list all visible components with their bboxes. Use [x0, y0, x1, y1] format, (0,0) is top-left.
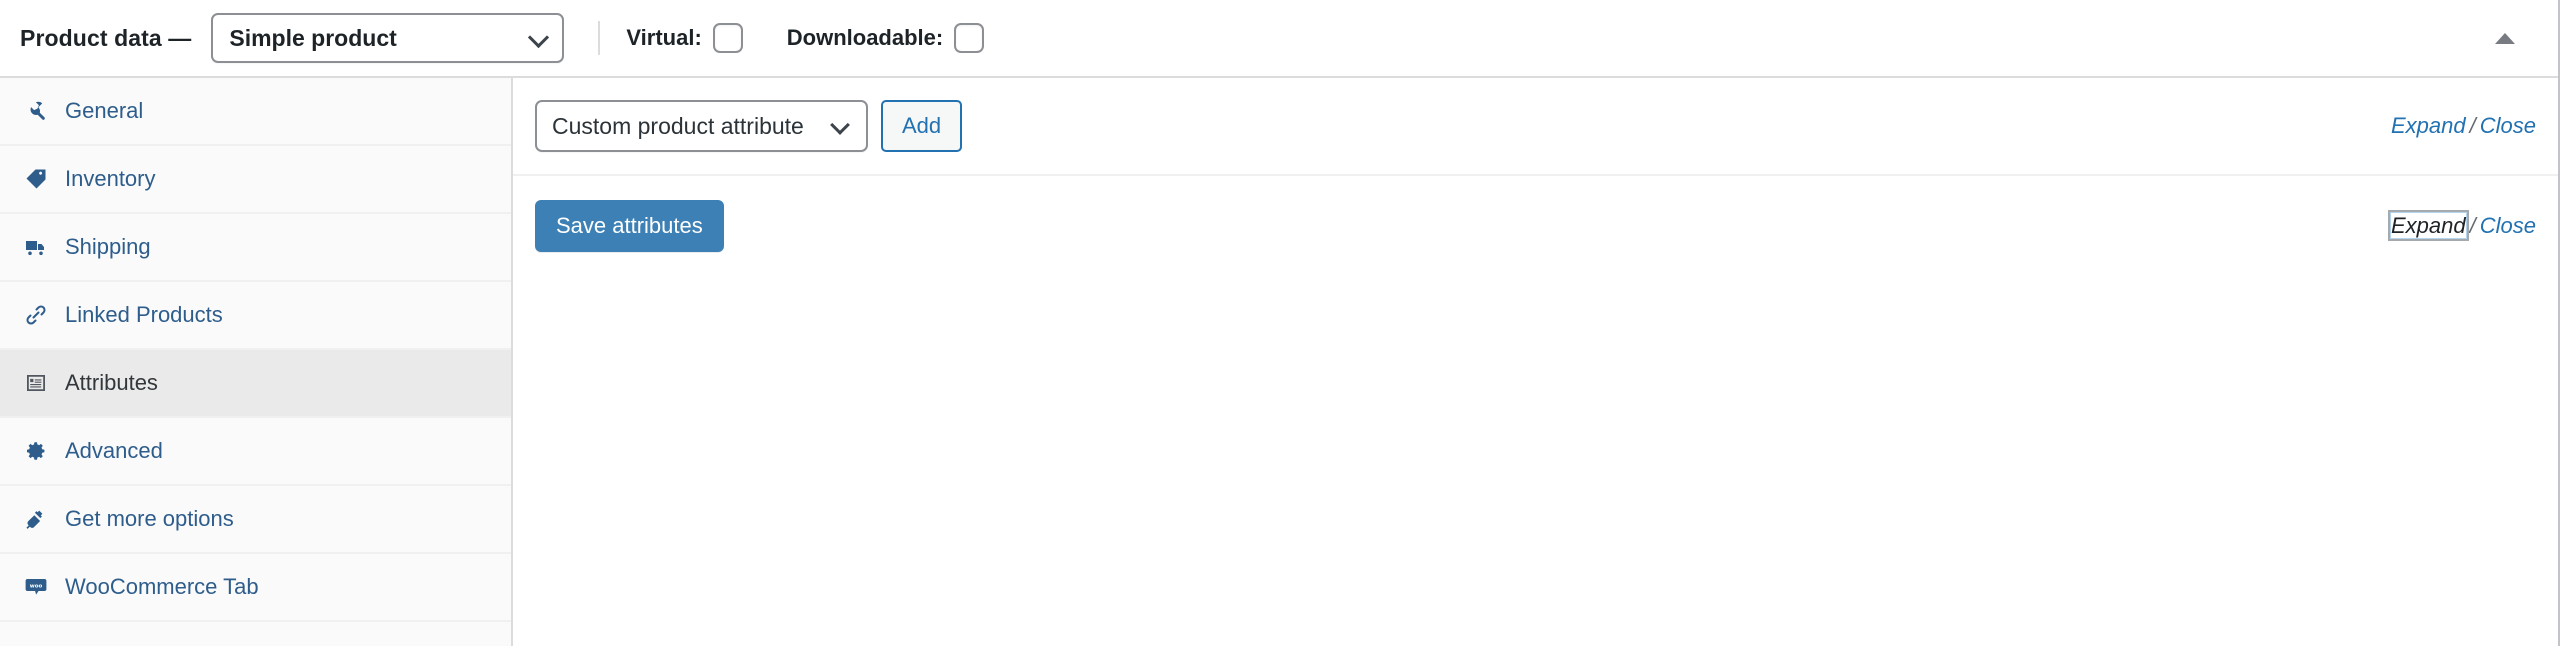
gear-icon: [22, 438, 49, 465]
expand-close-links-row2: Expand / Close: [2388, 210, 2536, 241]
link-icon: [22, 302, 49, 329]
virtual-checkbox[interactable]: [712, 23, 743, 53]
header-divider: [598, 21, 601, 55]
virtual-label: Virtual:: [626, 25, 702, 50]
sidebar-item-attributes[interactable]: Attributes: [0, 350, 511, 418]
close-link[interactable]: Close: [2480, 113, 2536, 138]
sidebar-item-label: Get more options: [65, 506, 234, 531]
collapse-panel-button[interactable]: [2474, 0, 2536, 76]
metabox-header: Product data — Simple product Virtual: D…: [0, 0, 2558, 78]
sidebar-item-label: WooCommerce Tab: [65, 574, 259, 599]
product-data-tabs: General Inventory Shipping Linked Produc…: [0, 78, 513, 646]
sidebar-item-label: Attributes: [65, 370, 158, 395]
product-type-select[interactable]: Simple product: [211, 13, 565, 63]
sidebar-item-general[interactable]: General: [0, 78, 511, 146]
sidebar-item-advanced[interactable]: Advanced: [0, 418, 511, 486]
sidebar-item-label: General: [65, 98, 144, 123]
svg-text:woo: woo: [29, 583, 42, 589]
attribute-toolbar-row: Custom product attribute Add Expand / Clos…: [513, 78, 2558, 176]
attribute-type-select[interactable]: Custom product attribute: [535, 100, 868, 152]
sidebar-item-label: Linked Products: [65, 302, 223, 327]
attributes-panel: Custom product attribute Add Expand / Clos…: [513, 78, 2558, 646]
product-type-select-wrapper: Simple product: [211, 13, 565, 63]
sidebar-item-linked-products[interactable]: Linked Products: [0, 282, 511, 350]
sidebar-item-woocommerce-tab[interactable]: woo WooCommerce Tab: [0, 554, 511, 622]
sidebar-filler: [0, 622, 511, 646]
sidebar-item-label: Inventory: [65, 166, 156, 191]
downloadable-checkbox[interactable]: [954, 23, 985, 53]
sidebar-item-label: Advanced: [65, 438, 163, 463]
product-data-metabox: Product data — Simple product Virtual: D…: [0, 0, 2560, 646]
virtual-checkbox-group: Virtual:: [626, 23, 743, 53]
woocommerce-icon: woo: [22, 574, 49, 601]
close-link[interactable]: Close: [2480, 213, 2536, 238]
expand-link[interactable]: Expand: [2391, 113, 2466, 138]
downloadable-label: Downloadable:: [786, 25, 944, 50]
page-title: Product data —: [20, 24, 192, 51]
plugin-icon: [22, 506, 49, 533]
metabox-body: General Inventory Shipping Linked Produc…: [0, 78, 2558, 646]
add-attribute-button[interactable]: Add: [881, 100, 963, 152]
sidebar-item-get-more-options[interactable]: Get more options: [0, 486, 511, 554]
link-separator: /: [2469, 213, 2476, 238]
wrench-icon: [22, 98, 49, 125]
link-separator: /: [2469, 113, 2476, 138]
list-view-icon: [22, 370, 49, 397]
downloadable-checkbox-group: Downloadable:: [786, 23, 985, 53]
truck-icon: [22, 234, 49, 261]
sidebar-item-label: Shipping: [65, 234, 151, 259]
sidebar-item-inventory[interactable]: Inventory: [0, 146, 511, 214]
expand-link[interactable]: Expand: [2388, 210, 2469, 241]
save-attributes-button[interactable]: Save attributes: [535, 200, 724, 252]
save-attributes-row: Save attributes Expand / Close: [513, 176, 2558, 276]
triangle-up-icon: [2495, 32, 2515, 44]
expand-close-links-row1: Expand / Close: [2391, 113, 2536, 139]
sidebar-item-shipping[interactable]: Shipping: [0, 214, 511, 282]
attribute-type-select-wrapper: Custom product attribute: [535, 100, 868, 152]
tag-icon: [22, 166, 49, 193]
